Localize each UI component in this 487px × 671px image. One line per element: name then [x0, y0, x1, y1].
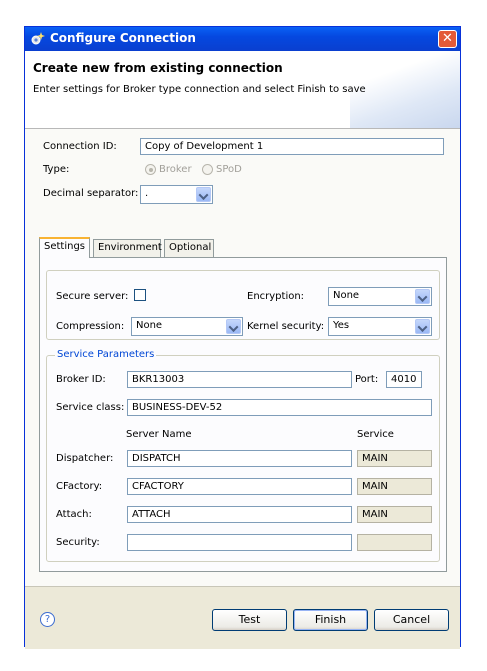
kernel-security-value: Yes [333, 320, 350, 331]
secure-server-checkbox[interactable] [134, 289, 146, 301]
service-parameters-group: Service Parameters Broker ID: BKR13003 P… [46, 349, 440, 562]
kernel-security-label: Kernel security: [247, 321, 325, 332]
server-name-column-header: Server Name [126, 429, 192, 440]
close-button[interactable]: ✕ [438, 30, 457, 48]
connection-gear-icon [31, 32, 45, 45]
connection-id-input[interactable]: Copy of Development 1 [140, 138, 444, 155]
chevron-down-icon[interactable] [196, 187, 211, 202]
tab-settings[interactable]: Settings [39, 237, 90, 258]
settings-tab-panel: Secure server: Encryption: None Compress… [39, 257, 447, 572]
window-title: Configure Connection [50, 31, 196, 45]
cancel-button[interactable]: Cancel [374, 609, 449, 631]
service-parameters-title: Service Parameters [55, 349, 157, 360]
compression-select[interactable]: None [131, 317, 243, 336]
button-bar: ? Test Finish Cancel [25, 586, 460, 649]
compression-value: None [136, 320, 163, 331]
finish-button[interactable]: Finish [293, 609, 368, 631]
type-label: Type: [43, 164, 70, 175]
security-options-group: Secure server: Encryption: None Compress… [46, 270, 440, 340]
attach-service-field: MAIN [357, 506, 432, 523]
connection-id-label: Connection ID: [43, 141, 117, 152]
tab-optional[interactable]: Optional [164, 239, 214, 258]
compression-label: Compression: [56, 321, 125, 332]
port-input[interactable]: 4010 [386, 371, 422, 388]
secure-server-label: Secure server: [56, 291, 129, 302]
port-label: Port: [355, 374, 379, 385]
kernel-security-select[interactable]: Yes [328, 317, 432, 336]
service-column-header: Service [357, 429, 394, 440]
type-radio-spod[interactable]: SPoD [202, 164, 242, 175]
attach-label: Attach: [56, 509, 92, 520]
attach-server-name-input[interactable]: ATTACH [127, 506, 352, 523]
security-service-field [357, 534, 432, 551]
test-button[interactable]: Test [212, 609, 287, 631]
wizard-header: Create new from existing connection Ente… [25, 51, 460, 129]
header-title: Create new from existing connection [33, 61, 283, 75]
service-class-label: Service class: [56, 402, 125, 413]
type-option-spod-label: SPoD [216, 164, 242, 175]
cfactory-label: CFactory: [56, 481, 103, 492]
decimal-separator-label: Decimal separator: [43, 188, 139, 199]
decimal-separator-select[interactable]: . [140, 185, 213, 204]
header-description: Enter settings for Broker type connectio… [33, 84, 366, 95]
title-bar[interactable]: Configure Connection ✕ [25, 27, 460, 51]
chevron-down-icon[interactable] [226, 319, 241, 334]
close-icon: ✕ [442, 31, 453, 46]
chevron-down-icon[interactable] [415, 319, 430, 334]
security-server-name-input[interactable] [127, 534, 352, 551]
broker-id-label: Broker ID: [56, 374, 106, 385]
chevron-down-icon[interactable] [415, 289, 430, 304]
dispatcher-server-name-input[interactable]: DISPATCH [127, 450, 352, 467]
cfactory-server-name-input[interactable]: CFACTORY [127, 478, 352, 495]
decimal-separator-value: . [145, 188, 149, 199]
type-option-broker-label: Broker [159, 164, 192, 175]
encryption-label: Encryption: [247, 291, 305, 302]
encryption-value: None [333, 290, 360, 301]
radio-unselected-icon [202, 164, 213, 175]
security-label: Security: [56, 537, 100, 548]
encryption-select[interactable]: None [328, 287, 432, 306]
form-area: Connection ID: Copy of Development 1 Typ… [25, 129, 460, 586]
cfactory-service-field: MAIN [357, 478, 432, 495]
tab-environment[interactable]: Environment [93, 239, 162, 258]
service-class-input[interactable]: BUSINESS-DEV-52 [127, 399, 432, 416]
broker-id-input[interactable]: BKR13003 [127, 371, 352, 388]
header-decoration [350, 51, 460, 128]
configure-connection-dialog: Configure Connection ✕ Create new from e… [24, 26, 461, 649]
type-radio-broker[interactable]: Broker [145, 164, 192, 175]
help-icon[interactable]: ? [40, 612, 55, 627]
dispatcher-service-field: MAIN [357, 450, 432, 467]
radio-selected-icon [145, 164, 156, 175]
dispatcher-label: Dispatcher: [56, 453, 114, 464]
